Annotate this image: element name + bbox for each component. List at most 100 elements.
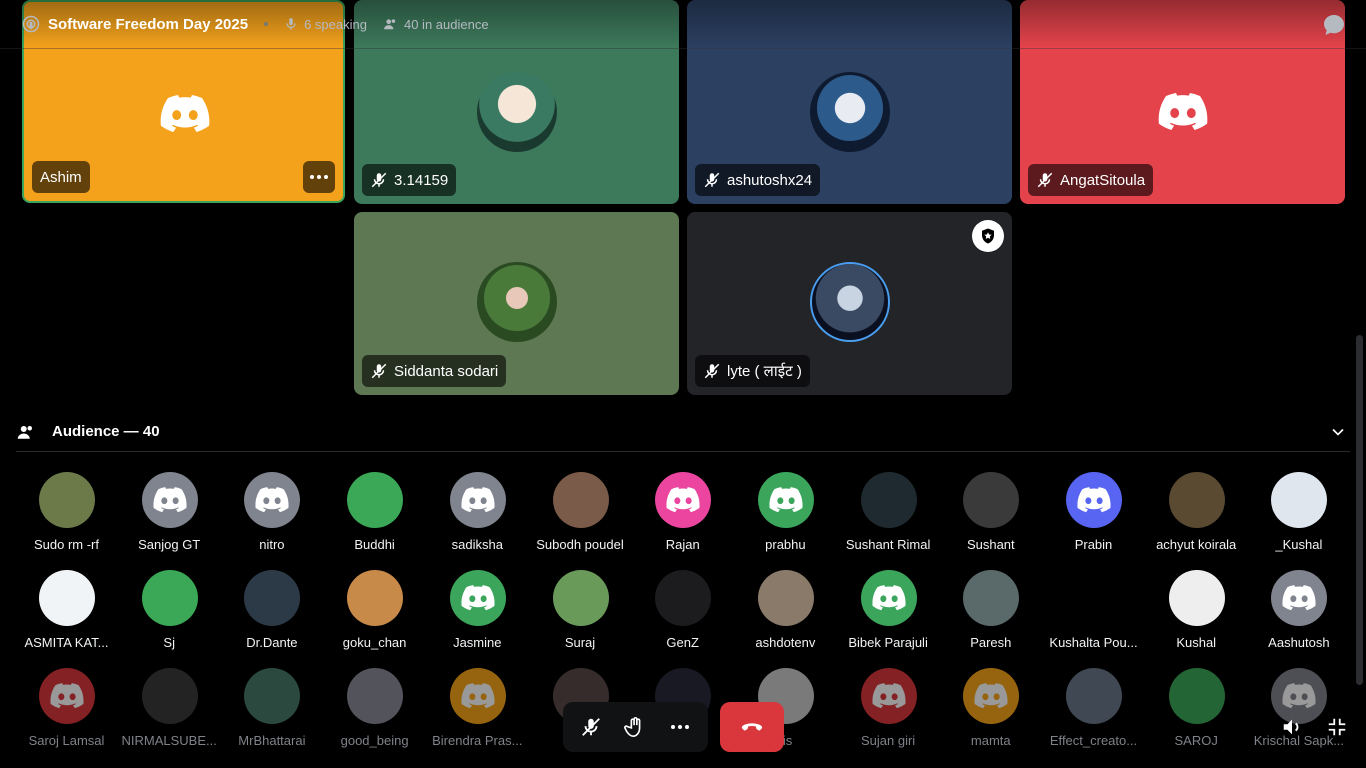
audience-member[interactable]: GenZ bbox=[631, 568, 734, 658]
avatar bbox=[1066, 570, 1122, 626]
audience-member-name: Buddhi bbox=[354, 537, 395, 552]
avatar bbox=[655, 472, 712, 528]
avatar bbox=[552, 570, 609, 626]
audience-member[interactable]: Sushant Rimal bbox=[837, 470, 940, 560]
audience-member-name: Bibek Parajuli bbox=[848, 635, 928, 650]
scrollbar[interactable] bbox=[1356, 335, 1363, 685]
audience-member-name: sadiksha bbox=[451, 537, 503, 552]
mic-muted-icon bbox=[704, 172, 720, 188]
audience-member[interactable]: Suraj bbox=[529, 568, 632, 658]
speaker-nameplate: lyte ( लाईट ) bbox=[695, 355, 810, 387]
audience-member[interactable]: NIRMALSUBE... bbox=[118, 666, 221, 756]
discord-logo-icon bbox=[666, 487, 700, 513]
audience-member[interactable]: Subodh poudel bbox=[529, 470, 632, 560]
mute-button[interactable] bbox=[571, 707, 611, 747]
audience-member[interactable]: Aashutosh bbox=[1247, 568, 1350, 658]
audience-member[interactable]: Kushalta Pou... bbox=[1042, 568, 1145, 658]
discord-logo-icon bbox=[461, 585, 495, 611]
raise-hand-button[interactable] bbox=[615, 707, 655, 747]
audience-member[interactable]: Birendra Pras... bbox=[426, 666, 529, 756]
audience-member[interactable]: Sudo rm -rf bbox=[15, 470, 118, 560]
audience-member-name: _Kushal bbox=[1275, 537, 1323, 552]
audience-member[interactable]: MrBhattarai bbox=[220, 666, 323, 756]
audience-member-name: Sushant bbox=[966, 537, 1015, 552]
stage-channel-icon bbox=[22, 15, 40, 33]
more-options-button[interactable] bbox=[660, 707, 700, 747]
people-icon bbox=[384, 19, 396, 30]
shield-star-icon bbox=[982, 228, 994, 244]
mic-muted-icon bbox=[704, 363, 720, 379]
audience-member[interactable]: Rajan bbox=[631, 470, 734, 560]
more-options-button[interactable] bbox=[303, 161, 335, 193]
avatar bbox=[1066, 472, 1122, 528]
avatar bbox=[347, 668, 404, 724]
avatar bbox=[347, 472, 404, 528]
mic-off-icon bbox=[582, 718, 601, 736]
avatar bbox=[809, 72, 890, 152]
audience-section-header[interactable]: Audience — 40 bbox=[16, 412, 1350, 452]
audience-member[interactable]: Kushal bbox=[1145, 568, 1248, 658]
audience-member[interactable]: _Kushal bbox=[1247, 470, 1350, 560]
leave-call-button[interactable] bbox=[720, 702, 784, 752]
speaker-nameplate: ashutoshx24 bbox=[695, 164, 821, 196]
speaker-tile-lyte[interactable]: lyte ( लाईट ) bbox=[687, 212, 1012, 395]
audience-member[interactable]: Prabin bbox=[1042, 470, 1145, 560]
avatar bbox=[963, 668, 1020, 724]
exit-fullscreen-icon[interactable] bbox=[1326, 716, 1348, 738]
audience-member[interactable]: Sj bbox=[118, 568, 221, 658]
audience-member[interactable]: good_being bbox=[323, 666, 426, 756]
audience-member[interactable]: SAROJ bbox=[1145, 666, 1248, 756]
audience-member[interactable]: Effect_creato... bbox=[1042, 666, 1145, 756]
audience-member-name: GenZ bbox=[666, 635, 699, 650]
audience-member-name: Sudo rm -rf bbox=[33, 537, 99, 552]
audience-member[interactable]: achyut koirala bbox=[1145, 470, 1248, 560]
audience-member[interactable]: ashdotenv bbox=[734, 568, 837, 658]
speaker-tile-siddanta-sodari[interactable]: Siddanta sodari bbox=[354, 212, 679, 395]
mic-muted-icon bbox=[1037, 172, 1053, 188]
speaker-name: AngatSitoula bbox=[1060, 171, 1146, 189]
audience-member[interactable]: Saroj Lamsal bbox=[15, 666, 118, 756]
audience-member[interactable]: Krischal Sapk... bbox=[1247, 666, 1350, 756]
audience-member[interactable]: Jasmine bbox=[426, 568, 529, 658]
discord-logo-icon bbox=[1282, 683, 1316, 709]
audience-member-name: nitro bbox=[259, 537, 285, 552]
speaker-name: Ashim bbox=[40, 168, 82, 186]
audience-member[interactable]: Buddhi bbox=[323, 470, 426, 560]
avatar bbox=[860, 570, 917, 626]
avatar bbox=[552, 472, 609, 528]
audience-member-name: good_being bbox=[340, 733, 409, 748]
audience-member-name: Saroj Lamsal bbox=[28, 733, 105, 748]
avatar bbox=[449, 472, 506, 528]
speaker-nameplate: 3.14159 bbox=[362, 164, 457, 196]
audience-member[interactable]: Dr.Dante bbox=[220, 568, 323, 658]
audience-member-name: prabhu bbox=[765, 537, 806, 552]
audience-member[interactable]: Sanjog GT bbox=[118, 470, 221, 560]
moderator-badge-icon bbox=[972, 220, 1004, 252]
separator-dot bbox=[264, 22, 269, 26]
avatar bbox=[963, 570, 1020, 626]
audience-member[interactable]: Paresh bbox=[939, 568, 1042, 658]
avatar bbox=[141, 668, 198, 724]
audience-member[interactable]: nitro bbox=[220, 470, 323, 560]
avatar bbox=[141, 472, 198, 528]
audience-member-name: achyut koirala bbox=[1156, 537, 1237, 552]
chat-icon[interactable] bbox=[1322, 13, 1346, 37]
people-icon bbox=[17, 425, 32, 439]
audience-member[interactable]: sadiksha bbox=[426, 470, 529, 560]
raise-hand-icon bbox=[624, 717, 641, 737]
audience-member[interactable]: mamta bbox=[939, 666, 1042, 756]
audience-member[interactable]: Sujan giri bbox=[837, 666, 940, 756]
audience-count: 40 in audience bbox=[383, 17, 489, 32]
audience-member-name: Kushal bbox=[1176, 635, 1217, 650]
audience-member[interactable]: prabhu bbox=[734, 470, 837, 560]
audience-member-name: Sushant Rimal bbox=[845, 537, 931, 552]
stage-title: Software Freedom Day 2025 bbox=[48, 15, 249, 33]
audience-member-name: Prabin bbox=[1074, 537, 1113, 552]
audience-member[interactable]: Sushant bbox=[939, 470, 1042, 560]
audience-member[interactable]: goku_chan bbox=[323, 568, 426, 658]
discord-logo-icon bbox=[160, 95, 210, 132]
audience-member[interactable]: Bibek Parajuli bbox=[837, 568, 940, 658]
chevron-down-icon[interactable] bbox=[1328, 422, 1348, 442]
audience-member[interactable]: ASMITA KAT... bbox=[15, 568, 118, 658]
speaker-volume-icon[interactable] bbox=[1281, 716, 1303, 738]
